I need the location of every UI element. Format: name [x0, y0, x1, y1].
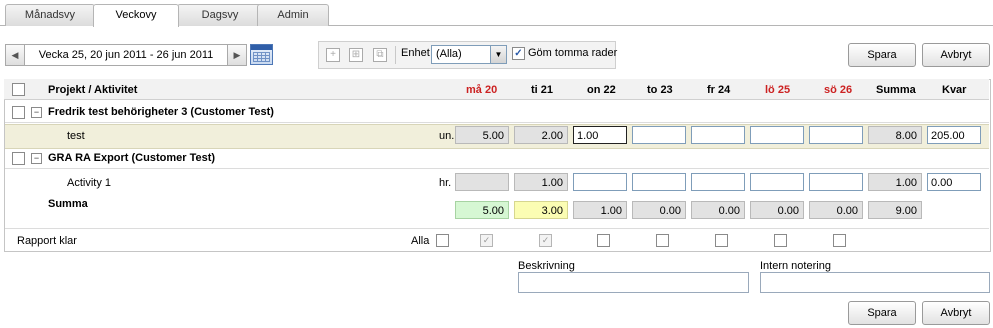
- total-cell: 0.00: [691, 201, 745, 219]
- total-cell: 0.00: [632, 201, 686, 219]
- report-day-checkbox[interactable]: [597, 234, 610, 247]
- hours-input[interactable]: [809, 126, 863, 144]
- header-day-sat: lö 25: [765, 84, 791, 96]
- header-project-activity: Projekt / Aktivitet: [48, 84, 138, 96]
- total-cell: 1.00: [573, 201, 627, 219]
- save-button[interactable]: Spara: [848, 43, 916, 67]
- header-day-mon: må 20: [466, 84, 498, 96]
- grand-total: 9.00: [868, 201, 922, 219]
- hours-cell: [455, 173, 509, 191]
- header-day-wed: on 22: [587, 84, 616, 96]
- hours-input[interactable]: [573, 173, 627, 191]
- project-name: GRA RA Export (Customer Test): [48, 152, 216, 164]
- header-left: Kvar: [942, 84, 967, 96]
- row-sum: 1.00: [868, 173, 922, 191]
- add-row-icon[interactable]: +: [326, 48, 340, 62]
- header-day-tue: ti 21: [531, 84, 554, 96]
- hours-cell: 5.00: [455, 126, 509, 144]
- hide-empty-checkbox[interactable]: ✓: [512, 47, 525, 60]
- project-checkbox[interactable]: [12, 152, 25, 165]
- header-sum: Summa: [876, 84, 916, 96]
- unit-label-hr: hr.: [439, 177, 452, 189]
- cancel-button[interactable]: Avbryt: [922, 43, 990, 67]
- tool-separator: [395, 46, 396, 64]
- report-day-checkbox: ✓: [480, 234, 493, 247]
- hours-input[interactable]: [750, 173, 804, 191]
- week-navigator: ◀ Vecka 25, 20 jun 2011 - 26 jun 2011 ▶: [5, 44, 247, 66]
- hours-cell: 2.00: [514, 126, 568, 144]
- unit-label-un: un.: [439, 130, 455, 142]
- report-day-checkbox[interactable]: [833, 234, 846, 247]
- hours-input[interactable]: [632, 173, 686, 191]
- total-cell: 5.00: [455, 201, 509, 219]
- tab-manadsvy[interactable]: Månadsvy: [5, 4, 95, 26]
- activity-name: Activity 1: [67, 177, 112, 189]
- row-divider: [5, 228, 989, 229]
- report-day-checkbox[interactable]: [715, 234, 728, 247]
- hours-input[interactable]: 1.00: [573, 126, 627, 144]
- tab-veckovy[interactable]: Veckovy: [93, 4, 179, 27]
- header-day-thu: to 23: [647, 84, 673, 96]
- tab-dagsvy[interactable]: Dagsvy: [177, 4, 263, 26]
- activity-name: test: [67, 130, 85, 142]
- total-cell: 0.00: [750, 201, 804, 219]
- cancel-button-bottom[interactable]: Avbryt: [922, 301, 990, 325]
- save-button-bottom[interactable]: Spara: [848, 301, 916, 325]
- timesheet-table: [4, 79, 991, 252]
- hours-input[interactable]: [809, 173, 863, 191]
- week-label: Vecka 25, 20 jun 2011 - 26 jun 2011: [38, 49, 214, 61]
- hours-input[interactable]: [691, 173, 745, 191]
- collapse-icon[interactable]: −: [31, 153, 42, 164]
- select-all-checkbox[interactable]: [12, 83, 25, 96]
- tab-admin[interactable]: Admin: [257, 4, 329, 26]
- report-day-checkbox[interactable]: [774, 234, 787, 247]
- hours-cell: 1.00: [514, 173, 568, 191]
- report-ready-label: Rapport klar: [17, 235, 77, 247]
- row-divider: [5, 168, 989, 169]
- header-day-sun: sö 26: [824, 84, 853, 96]
- chevron-down-icon[interactable]: ▼: [490, 46, 506, 63]
- hours-input[interactable]: [632, 126, 686, 144]
- unit-label: Enhet: [401, 47, 430, 59]
- total-cell: 0.00: [809, 201, 863, 219]
- unit-select[interactable]: (Alla) ▼: [431, 45, 507, 64]
- row-sum: 8.00: [868, 126, 922, 144]
- prev-week-button[interactable]: ◀: [6, 45, 25, 65]
- internal-note-field[interactable]: [760, 272, 990, 293]
- internal-note-label: Intern notering: [760, 260, 831, 272]
- total-label: Summa: [48, 198, 88, 210]
- add-activity-icon[interactable]: ⊞: [349, 48, 363, 62]
- report-day-checkbox[interactable]: [656, 234, 669, 247]
- hours-input[interactable]: [750, 126, 804, 144]
- header-day-fri: fr 24: [707, 84, 731, 96]
- view-tabs: Månadsvy Veckovy Dagsvy Admin: [0, 0, 993, 27]
- report-all-checkbox[interactable]: [436, 234, 449, 247]
- description-label: Beskrivning: [518, 260, 575, 272]
- report-day-checkbox: ✓: [539, 234, 552, 247]
- unit-select-value: (Alla): [436, 48, 462, 60]
- next-week-button[interactable]: ▶: [227, 45, 246, 65]
- hide-empty-label: Göm tomma rader: [528, 47, 618, 59]
- description-field[interactable]: [518, 272, 749, 293]
- project-name: Fredrik test behörigheter 3 (Customer Te…: [48, 106, 274, 118]
- collapse-icon[interactable]: −: [31, 107, 42, 118]
- remaining-input[interactable]: 205.00: [927, 126, 981, 144]
- total-cell: 3.00: [514, 201, 568, 219]
- copy-row-icon[interactable]: ⧉: [373, 48, 387, 62]
- hours-input[interactable]: [691, 126, 745, 144]
- row-divider: [5, 122, 989, 123]
- project-checkbox[interactable]: [12, 106, 25, 119]
- report-all-label: Alla: [411, 235, 430, 247]
- remaining-input[interactable]: 0.00: [927, 173, 981, 191]
- calendar-icon[interactable]: [250, 44, 273, 65]
